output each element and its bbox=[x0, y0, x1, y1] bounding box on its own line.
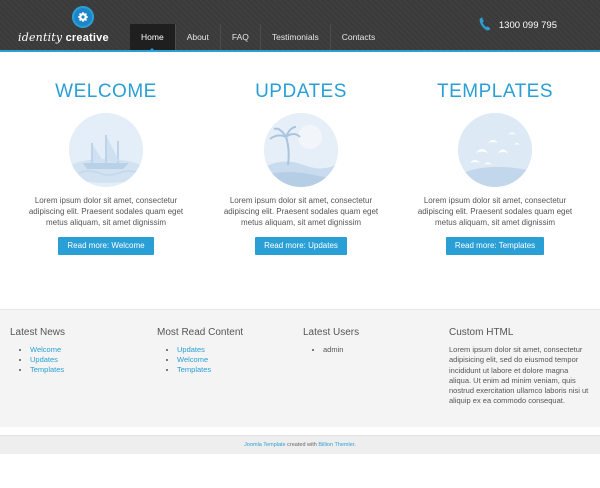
list-item: admin bbox=[323, 345, 359, 355]
nav-item-about[interactable]: About bbox=[174, 24, 220, 50]
read-more-welcome-button[interactable]: Read more: Welcome bbox=[58, 237, 154, 255]
feature-title: TEMPLATES bbox=[436, 81, 554, 102]
latest-users-list: admin bbox=[303, 345, 359, 355]
feature-text: Lorem ipsum dolor sit amet, consectetur … bbox=[417, 196, 573, 227]
read-more-templates-button[interactable]: Read more: Templates bbox=[445, 237, 545, 255]
list-item[interactable]: Updates bbox=[177, 345, 243, 355]
feature-templates: TEMPLATES Lorem ipsum dolor sit amet, co… bbox=[415, 80, 575, 255]
site-footer: Joomla Template created with Billion The… bbox=[0, 435, 600, 454]
most-read-module: Most Read Content Updates Welcome Templa… bbox=[157, 327, 243, 375]
footer-link-joomla-template[interactable]: Joomla Template bbox=[244, 442, 285, 448]
module-title: Latest News bbox=[10, 327, 66, 338]
feature-title: UPDATES bbox=[255, 81, 347, 102]
custom-html-text: Lorem ipsum dolor sit amet, consectetur … bbox=[449, 345, 589, 406]
feature-text: Lorem ipsum dolor sit amet, consectetur … bbox=[28, 196, 184, 227]
latest-users-module: Latest Users admin bbox=[303, 327, 359, 355]
custom-html-module: Custom HTML Lorem ipsum dolor sit amet, … bbox=[449, 327, 589, 407]
latest-news-module: Latest News Welcome Updates Templates bbox=[10, 327, 65, 375]
bottom-modules: Latest News Welcome Updates Templates Mo… bbox=[0, 309, 600, 427]
latest-news-list: Welcome Updates Templates bbox=[10, 345, 65, 375]
list-item[interactable]: Updates bbox=[30, 355, 65, 365]
phone-icon bbox=[479, 16, 491, 34]
list-item[interactable]: Welcome bbox=[177, 355, 243, 365]
nav-item-faq[interactable]: FAQ bbox=[219, 24, 260, 50]
module-title: Latest Users bbox=[303, 327, 360, 338]
footer-link-billion-themler[interactable]: Billion Themler bbox=[318, 442, 354, 448]
module-title: Custom HTML bbox=[449, 327, 514, 338]
logo-word-light: identity bbox=[18, 31, 63, 44]
feature-welcome: WELCOME Lorem ipsum dolor sit amet, cons… bbox=[26, 80, 186, 255]
nav-item-contacts[interactable]: Contacts bbox=[329, 24, 387, 50]
footer-period: . bbox=[354, 442, 356, 448]
phone-number[interactable]: 1300 099 795 bbox=[499, 20, 557, 31]
logo-word-bold: creative bbox=[65, 32, 109, 44]
nav-item-home[interactable]: Home bbox=[130, 24, 175, 52]
palm-island-image bbox=[264, 113, 338, 187]
module-title: Most Read Content bbox=[157, 327, 244, 338]
logo-wordmark: identity creative bbox=[18, 31, 109, 44]
birds-image bbox=[458, 113, 532, 187]
boat-image bbox=[69, 113, 143, 187]
site-logo[interactable]: identity creative bbox=[18, 6, 109, 46]
site-header: identity creative Home About FAQ Testimo… bbox=[0, 0, 600, 52]
phone-contact: 1300 099 795 bbox=[479, 15, 557, 35]
nav-item-testimonials[interactable]: Testimonials bbox=[259, 24, 330, 50]
feature-text: Lorem ipsum dolor sit amet, consectetur … bbox=[223, 196, 379, 227]
flower-logo-icon bbox=[72, 6, 94, 28]
list-item[interactable]: Templates bbox=[30, 365, 65, 375]
list-item[interactable]: Templates bbox=[177, 365, 243, 375]
most-read-list: Updates Welcome Templates bbox=[157, 345, 243, 375]
feature-title: WELCOME bbox=[55, 81, 157, 102]
read-more-updates-button[interactable]: Read more: Updates bbox=[255, 237, 347, 255]
list-item[interactable]: Welcome bbox=[30, 345, 65, 355]
main-nav: Home About FAQ Testimonials Contacts bbox=[130, 24, 387, 52]
footer-text: created with bbox=[285, 442, 319, 448]
feature-updates: UPDATES Lorem ipsum dolor sit amet, cons… bbox=[221, 80, 381, 255]
